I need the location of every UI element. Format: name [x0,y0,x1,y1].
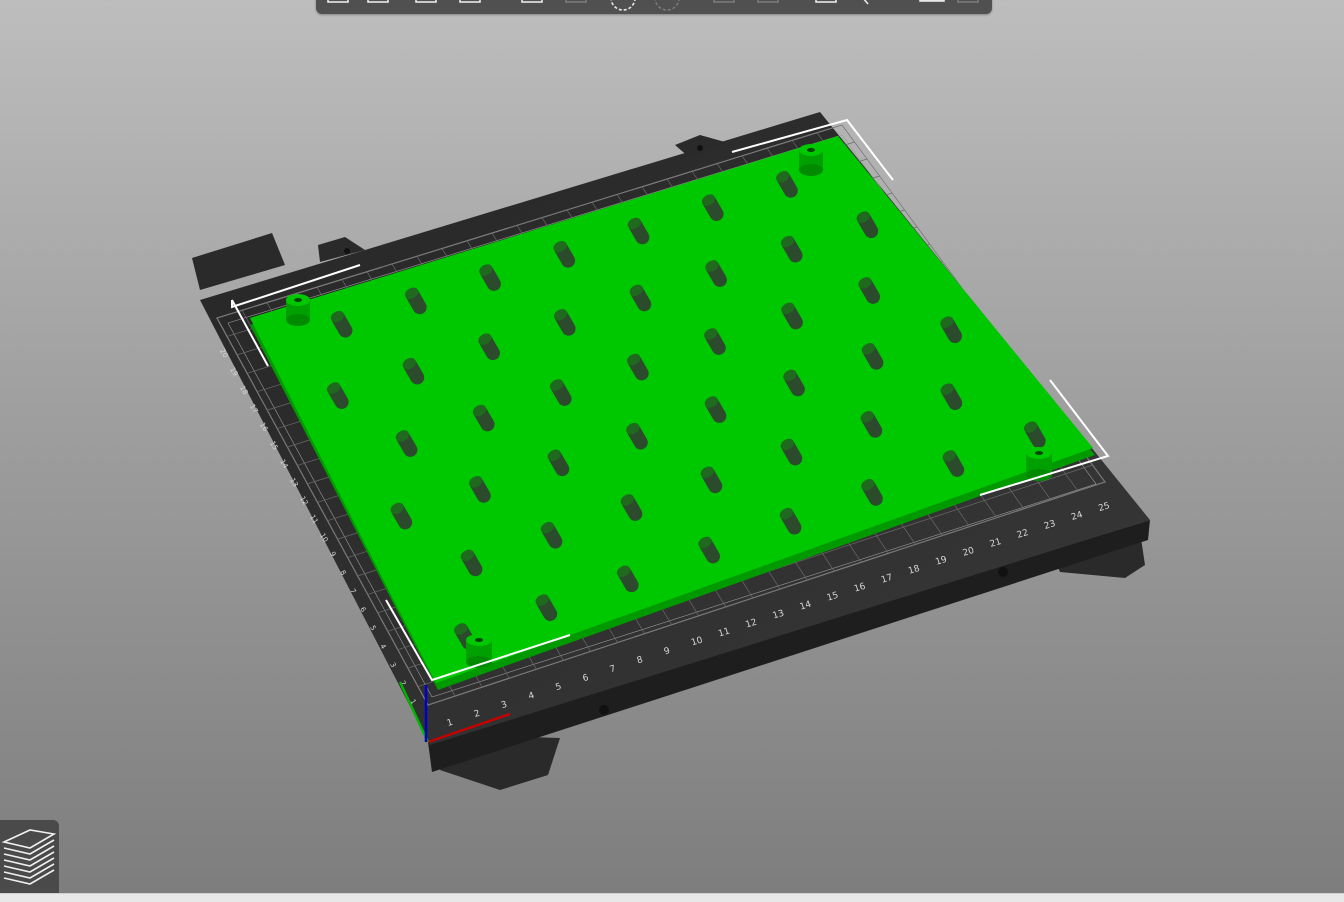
layers-editing-icon[interactable] [810,0,844,12]
delete-icon[interactable] [362,0,396,12]
add-instance-icon[interactable] [606,0,640,12]
paste-icon[interactable] [560,0,594,12]
search-icon[interactable] [848,0,882,12]
delete-all-icon[interactable] [410,0,444,12]
undo-icon[interactable] [916,0,950,12]
split-objects-icon[interactable] [708,0,742,12]
layers-button[interactable] [0,820,59,893]
add-icon[interactable] [322,0,356,12]
copy-icon[interactable] [516,0,550,12]
arrange-icon[interactable] [454,0,488,12]
remove-instance-icon[interactable] [650,0,684,12]
split-parts-icon[interactable] [752,0,786,12]
redo-icon[interactable] [952,0,986,12]
layers-icon [1,829,57,885]
3d-viewport[interactable]: 1234567891011121314151617181920212223242… [0,0,1344,901]
top-toolbar [316,0,992,14]
